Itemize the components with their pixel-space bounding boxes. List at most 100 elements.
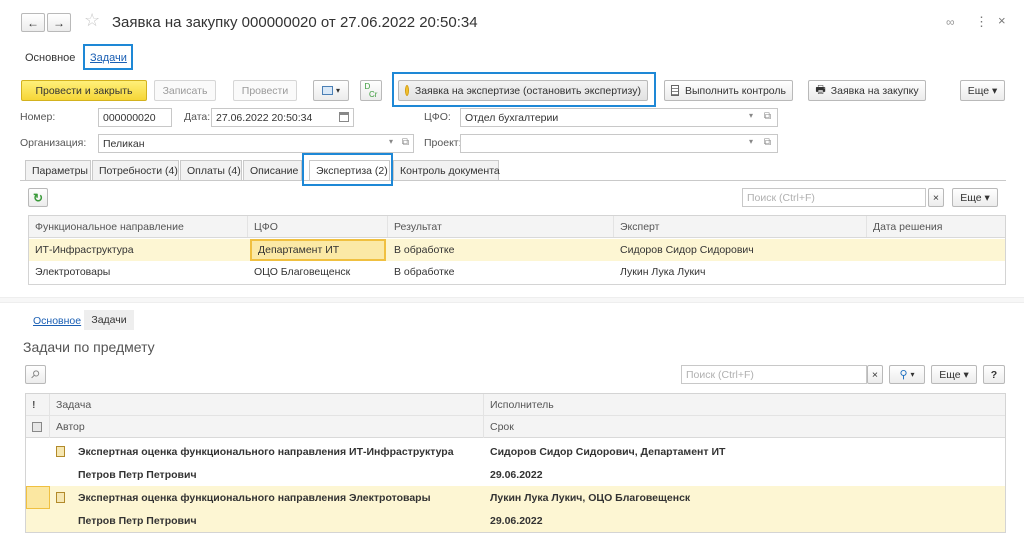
refresh-icon: ↻ — [32, 190, 44, 205]
back-button[interactable]: ← — [21, 13, 45, 32]
tasks-panel-tab-main[interactable]: Основное — [33, 315, 81, 327]
list-item[interactable]: Экспертная оценка функционального направ… — [26, 486, 1005, 532]
open-link-icon[interactable]: ⧉ — [764, 111, 771, 122]
header-performer[interactable]: Исполнитель — [484, 394, 1007, 416]
chevron-down-icon[interactable]: ▾ — [389, 137, 393, 146]
highlight-tasks-tab — [83, 44, 133, 70]
post-button[interactable]: Провести — [233, 80, 297, 101]
calendar-icon[interactable] — [339, 112, 349, 122]
arrow-right-icon: → — [53, 15, 65, 30]
highlight-expertise-tab — [302, 153, 393, 186]
tasks-more-button[interactable]: Еще ▾ — [931, 365, 977, 384]
task-author: Петров Петр Петрович — [78, 468, 197, 481]
list-item[interactable]: Экспертная оценка функционального направ… — [26, 440, 1005, 486]
chevron-down-icon[interactable]: ▾ — [749, 137, 753, 146]
help-button[interactable]: ? — [983, 365, 1005, 384]
header-author[interactable]: Автор — [50, 416, 484, 438]
tab-parameters[interactable]: Параметры — [25, 160, 91, 180]
run-control-label: Выполнить контроль — [684, 84, 786, 97]
header-task[interactable]: Задача — [50, 394, 484, 416]
tasks-search-button[interactable]: ⚲ ▾ — [889, 365, 925, 384]
header-importance-flag[interactable]: ! — [26, 394, 50, 416]
header-deadline[interactable]: Срок — [484, 416, 1007, 438]
date-value: 27.06.2022 20:50:34 — [216, 111, 313, 124]
tab-description[interactable]: Описание — [243, 160, 302, 180]
tasks-panel-tab-tasks[interactable]: Задачи — [84, 310, 134, 330]
tasks-search-placeholder: Поиск (Ctrl+F) — [686, 368, 754, 381]
expertise-more-button[interactable]: Еще ▾ — [952, 188, 998, 207]
post-and-close-button[interactable]: Провести и закрыть — [21, 80, 147, 101]
tab-payments[interactable]: Оплаты (4) — [180, 160, 242, 180]
project-field[interactable]: ▾ ⧉ — [460, 134, 778, 153]
favorite-star-icon[interactable]: ☆ — [84, 10, 100, 31]
chevron-down-icon: ▾ — [335, 86, 340, 95]
structure-icon: D Cr — [364, 81, 378, 99]
printer-icon: 🖶 — [815, 84, 826, 96]
table-row[interactable]: Электротовары ОЦО Благовещенск В обработ… — [29, 261, 1005, 283]
task-icon-cell — [50, 440, 74, 463]
cell-functional-direction: ИТ-Инфраструктура — [35, 244, 134, 256]
save-button[interactable]: Записать — [154, 80, 216, 101]
project-label: Проект: — [424, 137, 462, 149]
forward-button[interactable]: → — [47, 13, 71, 32]
structure-button[interactable]: D Cr — [360, 80, 382, 101]
task-document-icon — [56, 492, 65, 503]
attach-button[interactable]: ⚲ — [25, 365, 46, 384]
header-attachment[interactable] — [26, 416, 50, 438]
organization-field[interactable]: Пеликан ▾ ⧉ — [98, 134, 414, 153]
checklist-icon — [671, 85, 679, 96]
header-result[interactable]: Результат — [388, 216, 614, 237]
date-field[interactable]: 27.06.2022 20:50:34 — [211, 108, 354, 127]
task-icon-cell — [50, 486, 74, 509]
expertise-search-placeholder: Поиск (Ctrl+F) — [747, 191, 815, 204]
organization-label: Организация: — [20, 137, 87, 149]
link-icon[interactable]: ∞ — [946, 15, 955, 29]
section-divider — [0, 297, 1024, 303]
paperclip-icon: ⚲ — [28, 367, 43, 382]
tab-needs[interactable]: Потребности (4) — [92, 160, 179, 180]
open-link-icon[interactable]: ⧉ — [402, 137, 409, 148]
header-decision-date[interactable]: Дата решения — [867, 216, 1007, 237]
tasks-search-clear-button[interactable]: × — [867, 365, 883, 384]
task-title: Экспертная оценка функционального направ… — [78, 445, 454, 458]
organization-value: Пеликан — [103, 137, 145, 150]
cfo-label: ЦФО: — [424, 111, 451, 123]
more-button[interactable]: Еще ▾ — [960, 80, 1005, 101]
create-based-on-button[interactable]: ▾ — [313, 80, 349, 101]
close-icon[interactable]: × — [998, 13, 1006, 28]
task-performer: Лукин Лука Лукич, ОЦО Благовещенск — [490, 491, 691, 504]
table-row[interactable]: ИТ-Инфраструктура Департамент ИТ В обраб… — [29, 239, 1005, 261]
tab-document-control[interactable]: Контроль документа — [393, 160, 500, 180]
expertise-search-input[interactable]: Поиск (Ctrl+F) — [742, 188, 926, 207]
date-label: Дата: — [184, 111, 211, 123]
tasks-search-input[interactable]: Поиск (Ctrl+F) — [681, 365, 867, 384]
run-control-button[interactable]: Выполнить контроль — [664, 80, 793, 101]
expertise-search-clear-button[interactable]: × — [928, 188, 944, 207]
open-link-icon[interactable]: ⧉ — [764, 137, 771, 148]
cell-result: В обработке — [394, 266, 455, 278]
task-document-icon — [56, 446, 65, 457]
task-deadline: 29.06.2022 — [490, 514, 543, 527]
cell-functional-direction: Электротовары — [35, 266, 111, 278]
title-bar: ← → ☆ Заявка на закупку 000000020 от 27.… — [0, 0, 1024, 44]
number-label: Номер: — [20, 111, 56, 123]
refresh-button[interactable]: ↻ — [28, 188, 48, 207]
header-functional-direction[interactable]: Функциональное направление — [29, 216, 248, 237]
tasks-table-header-1: ! Задача Исполнитель — [26, 394, 1005, 416]
more-actions-icon[interactable]: ⋮ — [975, 14, 988, 30]
form-tab-main[interactable]: Основное — [25, 52, 75, 64]
tasks-table-header-2: Автор Срок — [26, 416, 1005, 438]
tasks-panel-tab-tasks-label: Задачи — [91, 314, 127, 326]
cell-decision-date — [867, 239, 1007, 261]
search-icon: ⚲ — [899, 369, 908, 381]
chevron-down-icon[interactable]: ▾ — [749, 111, 753, 120]
task-title: Экспертная оценка функционального направ… — [78, 491, 431, 504]
print-request-button[interactable]: 🖶 Заявка на закупку — [808, 80, 926, 101]
cell-cfo[interactable]: Департамент ИТ — [250, 239, 386, 261]
cell-result: В обработке — [394, 244, 455, 256]
cfo-field[interactable]: Отдел бухгалтерии ▾ ⧉ — [460, 108, 778, 127]
header-expert[interactable]: Эксперт — [614, 216, 867, 237]
number-field[interactable]: 000000020 — [98, 108, 172, 127]
task-deadline: 29.06.2022 — [490, 468, 543, 481]
header-cfo[interactable]: ЦФО — [248, 216, 388, 237]
